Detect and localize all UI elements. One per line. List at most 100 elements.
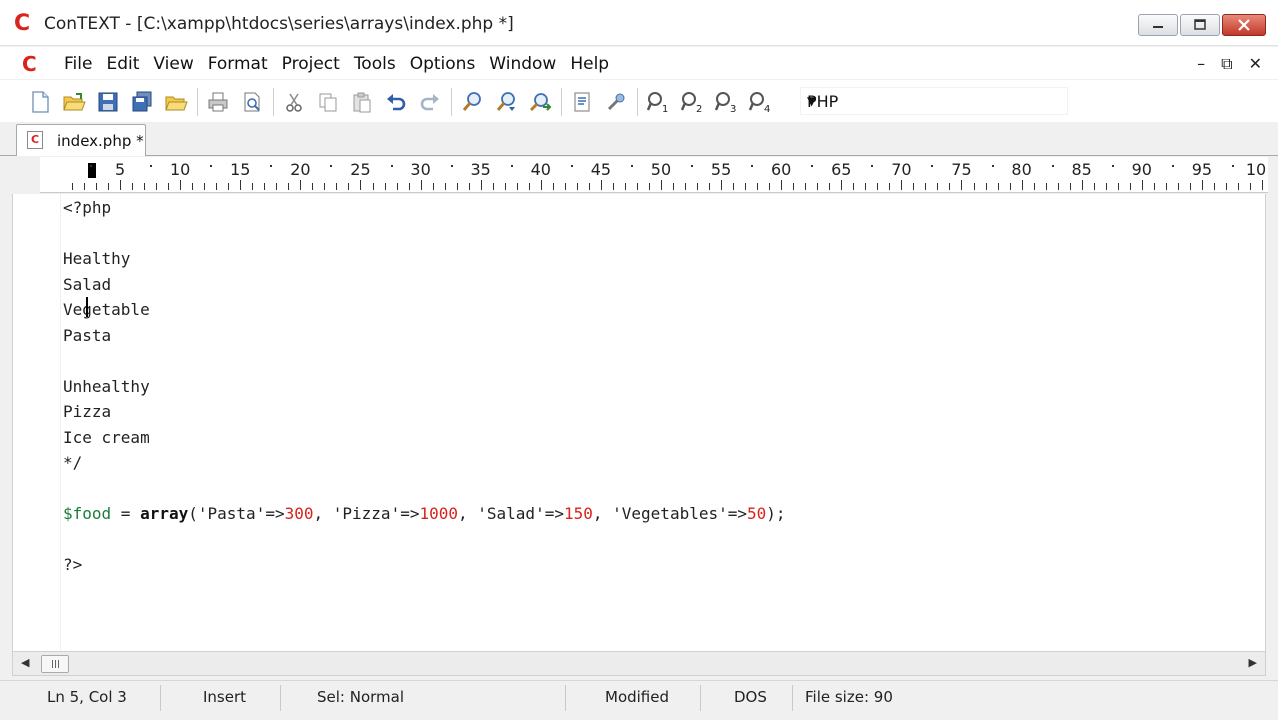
user-command-2-icon[interactable]: 2 <box>679 89 705 115</box>
ruler-tick <box>528 183 530 190</box>
menu-options[interactable]: Options <box>403 54 483 74</box>
output-icon[interactable] <box>569 89 595 115</box>
code-line: Healthy <box>63 249 131 268</box>
ruler-dot <box>871 165 874 167</box>
ruler-tick <box>384 183 386 190</box>
code-content[interactable]: <?php Healthy Salad Vegetable Pasta Unhe… <box>63 195 786 578</box>
scroll-right-icon[interactable]: ▶ <box>1249 656 1257 669</box>
replace-icon[interactable] <box>527 89 553 115</box>
ruler-tick <box>1129 183 1131 190</box>
code-line-array: $food = array('Pasta'=>300, 'Pizza'=>100… <box>63 501 786 527</box>
print-preview-icon[interactable] <box>239 89 265 115</box>
ruler-tick <box>564 183 566 190</box>
save-all-icon[interactable] <box>129 89 155 115</box>
scroll-left-icon[interactable]: ◀ <box>21 656 29 669</box>
ruler-tick <box>216 183 218 190</box>
ruler-tick <box>252 183 254 190</box>
close-button[interactable] <box>1222 14 1266 36</box>
window-title: ConTEXT - [C:\xampp\htdocs\series\arrays… <box>44 14 514 34</box>
status-file-size: File size: 90 <box>805 688 893 706</box>
ruler-tick <box>913 183 915 190</box>
ruler-tick <box>1189 183 1191 190</box>
redo-icon[interactable] <box>417 89 443 115</box>
print-icon[interactable] <box>205 89 231 115</box>
open-folder-icon[interactable] <box>61 89 87 115</box>
menu-view[interactable]: View <box>146 54 200 74</box>
ruler-tick <box>865 183 867 190</box>
mdi-close-button[interactable]: ✕ <box>1249 54 1262 74</box>
ruler-tick <box>817 183 819 190</box>
menu-window[interactable]: Window <box>482 54 563 74</box>
ruler-tick <box>745 183 747 190</box>
menu-edit[interactable]: Edit <box>99 54 146 74</box>
ruler-label: 55 <box>710 160 732 179</box>
editor-area[interactable]: <?php Healthy Salad Vegetable Pasta Unhe… <box>12 194 1266 651</box>
ruler-tick <box>360 180 362 190</box>
token-string: 'Salad' <box>477 504 545 523</box>
minimize-button[interactable] <box>1138 14 1178 36</box>
menu-bar: C File Edit View Format Project Tools Op… <box>0 47 1278 79</box>
find-next-icon[interactable] <box>493 89 519 115</box>
undo-icon[interactable] <box>383 89 409 115</box>
ruler-tick <box>408 183 410 190</box>
document-menu-icon[interactable]: C <box>22 52 37 76</box>
ruler-tick <box>793 183 795 190</box>
ruler-dot <box>1171 165 1174 167</box>
ruler-tick <box>624 183 626 190</box>
ruler-tick <box>180 180 182 190</box>
menu-tools[interactable]: Tools <box>347 54 403 74</box>
toolbar-separator <box>451 88 452 116</box>
ruler-dot <box>210 165 213 167</box>
ruler-tick <box>961 180 963 190</box>
highlighter-select[interactable]: PHP ▼ <box>800 87 1068 115</box>
menu-format[interactable]: Format <box>201 54 275 74</box>
tools-icon[interactable] <box>603 89 629 115</box>
application-window: C ConTEXT - [C:\xampp\htdocs\series\arra… <box>0 0 1278 720</box>
menu-file[interactable]: File <box>57 54 99 74</box>
tab-index-php[interactable]: C index.php * <box>16 124 146 156</box>
user-command-3-icon[interactable]: 3 <box>713 89 739 115</box>
token-string: 'Pasta' <box>197 504 266 523</box>
ruler-dot <box>691 165 694 167</box>
ruler-tick <box>120 180 122 190</box>
code-line: Vegetable <box>63 300 150 319</box>
code-line: Pizza <box>63 402 112 421</box>
ruler-tick <box>1117 183 1119 190</box>
find-icon[interactable] <box>459 89 485 115</box>
maximize-button[interactable] <box>1180 14 1220 36</box>
user-command-1-icon[interactable]: 1 <box>645 89 671 115</box>
token-number: 1000 <box>419 504 458 523</box>
ruler-label: 5 <box>114 160 126 179</box>
menu-project[interactable]: Project <box>275 54 347 74</box>
scroll-thumb[interactable] <box>41 655 69 673</box>
cut-icon[interactable] <box>281 89 307 115</box>
new-file-icon[interactable] <box>27 89 53 115</box>
close-icon <box>1238 19 1250 31</box>
user-command-4-icon[interactable]: 4 <box>747 89 773 115</box>
ruler-tick <box>456 183 458 190</box>
menu-help[interactable]: Help <box>563 54 616 74</box>
status-line-endings: DOS <box>734 688 767 706</box>
open-project-icon[interactable] <box>163 89 189 115</box>
ruler-tick <box>588 183 590 190</box>
ruler-dot <box>90 165 93 167</box>
copy-icon[interactable] <box>315 89 341 115</box>
ruler-dot <box>751 165 754 167</box>
save-icon[interactable] <box>95 89 121 115</box>
ruler-tick <box>156 183 158 190</box>
ruler-label: 30 <box>410 160 431 179</box>
ruler-tick <box>108 183 110 190</box>
mdi-minimize-button[interactable]: – <box>1197 54 1205 74</box>
ruler-tick <box>1069 183 1071 190</box>
ruler-tick <box>264 183 266 190</box>
paste-icon[interactable] <box>349 89 375 115</box>
ruler-tick <box>697 183 699 190</box>
horizontal-scrollbar[interactable]: ◀ ▶ <box>12 651 1266 676</box>
ruler-tick <box>228 183 230 190</box>
ruler-tick <box>276 183 278 190</box>
ruler-tick <box>480 180 482 190</box>
mdi-restore-button[interactable]: ⧉ <box>1221 54 1232 74</box>
ruler-label: 50 <box>650 160 672 179</box>
ruler-tick <box>324 183 326 190</box>
